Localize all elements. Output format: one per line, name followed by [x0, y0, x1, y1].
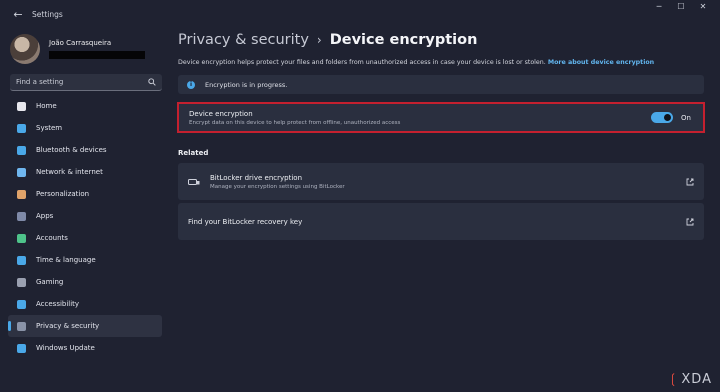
open-external-icon: [686, 218, 694, 225]
search-input[interactable]: Find a setting: [10, 74, 162, 91]
sidebar-item-windows-update[interactable]: Windows Update: [8, 337, 162, 359]
encryption-toggle[interactable]: [651, 112, 674, 123]
info-banner: i Encryption is in progress.: [178, 75, 704, 94]
sidebar: João Carrasqueira Find a setting Home Sys…: [0, 28, 170, 392]
page-title: Device encryption: [329, 32, 478, 48]
related-heading: Related: [178, 149, 209, 157]
network-icon: [17, 167, 26, 177]
window-controls: ─ ☐ ✕: [648, 0, 714, 16]
nav-list: Home System Bluetooth & devices Network & i…: [0, 95, 170, 359]
sidebar-item-bluetooth-devices[interactable]: Bluetooth & devices: [8, 139, 162, 161]
app-title: Settings: [32, 9, 63, 19]
search-placeholder: Find a setting: [16, 78, 64, 86]
sidebar-item-label: Gaming: [36, 278, 64, 286]
sidebar-item-label: Accounts: [36, 234, 68, 242]
sidebar-item-accessibility[interactable]: Accessibility: [8, 293, 162, 315]
search-icon: [148, 78, 156, 86]
shield-icon: [17, 321, 26, 331]
main-content: Privacy & security › Device encryption D…: [177, 28, 708, 392]
xda-watermark: ❲ XDA: [668, 372, 713, 387]
user-name: João Carrasqueira: [49, 39, 112, 47]
info-icon: i: [187, 80, 195, 89]
recovery-key-link-card[interactable]: Find your BitLocker recovery key: [178, 203, 704, 240]
learn-more-link[interactable]: More about device encryption: [548, 59, 654, 66]
minimize-icon[interactable]: ─: [648, 0, 670, 16]
update-icon: [17, 343, 26, 353]
info-text: Encryption is in progress.: [205, 80, 288, 89]
sidebar-item-label: Bluetooth & devices: [36, 146, 107, 154]
gaming-icon: [17, 277, 26, 287]
breadcrumb-parent[interactable]: Privacy & security: [178, 32, 309, 48]
accessibility-icon: [17, 299, 26, 309]
sidebar-item-label: Personalization: [36, 190, 90, 198]
brush-icon: [17, 189, 26, 199]
sidebar-item-label: System: [36, 124, 63, 132]
sidebar-item-label: Privacy & security: [36, 322, 100, 330]
page-description: Device encryption helps protect your fil…: [178, 59, 708, 66]
sidebar-item-label: Windows Update: [36, 344, 95, 352]
sidebar-item-personalization[interactable]: Personalization: [8, 183, 162, 205]
accounts-icon: [17, 233, 26, 243]
sidebar-item-apps[interactable]: Apps: [8, 205, 162, 227]
drive-lock-icon: [188, 179, 200, 185]
user-profile[interactable]: João Carrasqueira: [0, 28, 170, 64]
watermark-text: XDA: [681, 372, 712, 387]
recovery-key-title: Find your BitLocker recovery key: [188, 217, 303, 226]
sidebar-item-label: Time & language: [36, 256, 96, 264]
sidebar-item-privacy-security[interactable]: Privacy & security: [8, 315, 162, 337]
sidebar-item-accounts[interactable]: Accounts: [8, 227, 162, 249]
sidebar-item-label: Home: [36, 102, 57, 110]
system-icon: [17, 123, 26, 133]
device-encryption-card: Device encryption Encrypt data on this d…: [177, 102, 705, 133]
sidebar-item-label: Apps: [36, 212, 54, 220]
bitlocker-title: BitLocker drive encryption: [210, 173, 303, 182]
globe-icon: [17, 255, 26, 265]
sidebar-item-system[interactable]: System: [8, 117, 162, 139]
bitlocker-link-card[interactable]: BitLocker drive encryption Manage your e…: [178, 163, 704, 200]
back-arrow-icon[interactable]: ←: [6, 8, 30, 21]
bitlocker-subtitle: Manage your encryption settings using Bi…: [210, 183, 345, 190]
sidebar-item-network-internet[interactable]: Network & internet: [8, 161, 162, 183]
maximize-icon[interactable]: ☐: [670, 0, 692, 16]
watermark-bracket: ❲: [667, 372, 680, 387]
sidebar-item-home[interactable]: Home: [8, 95, 162, 117]
sidebar-item-gaming[interactable]: Gaming: [8, 271, 162, 293]
home-icon: [17, 101, 26, 111]
encryption-title: Device encryption: [189, 109, 253, 118]
encryption-subtitle: Encrypt data on this device to help prot…: [189, 119, 401, 126]
avatar: [10, 34, 40, 64]
sidebar-item-label: Accessibility: [36, 300, 80, 308]
bluetooth-icon: [17, 145, 26, 155]
open-external-icon: [686, 178, 694, 185]
redacted-email: [49, 51, 145, 59]
sidebar-item-time-language[interactable]: Time & language: [8, 249, 162, 271]
sidebar-item-label: Network & internet: [36, 168, 103, 176]
description-text: Device encryption helps protect your fil…: [178, 59, 546, 66]
breadcrumb: Privacy & security › Device encryption: [178, 32, 708, 48]
title-bar: ← Settings ─ ☐ ✕: [0, 0, 720, 28]
close-icon[interactable]: ✕: [692, 0, 714, 16]
toggle-state-label: On: [681, 113, 691, 122]
breadcrumb-chevron-icon: ›: [316, 33, 322, 47]
apps-icon: [17, 211, 26, 221]
